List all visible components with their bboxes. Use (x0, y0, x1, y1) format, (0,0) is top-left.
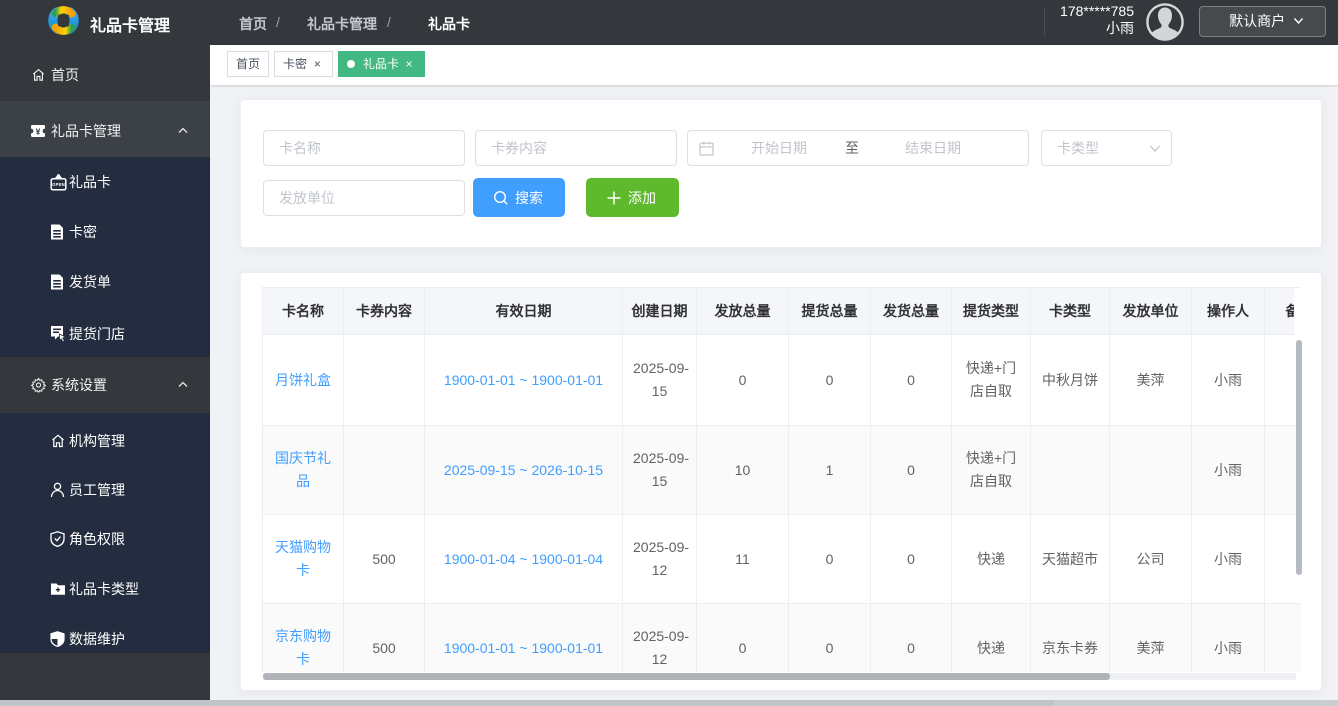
svg-text:OPEN: OPEN (52, 182, 65, 187)
svg-text:¥: ¥ (36, 126, 41, 136)
